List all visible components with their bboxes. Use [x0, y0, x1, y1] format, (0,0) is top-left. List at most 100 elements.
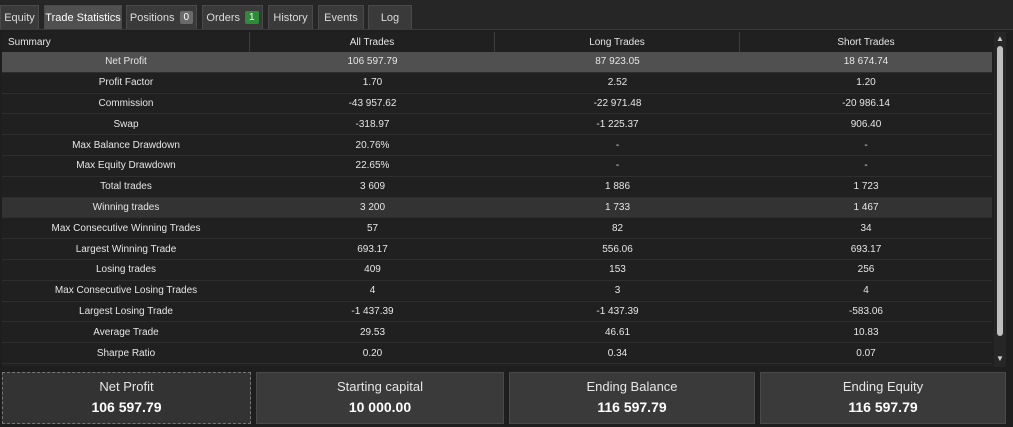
row-metric-value: 0.20 — [362, 347, 383, 359]
table-row[interactable]: Total trades 3 609 1 886 1 723 — [2, 177, 992, 198]
row-metric-label: Sharpe Ratio — [96, 347, 156, 359]
table-row[interactable]: Commission -43 957.62 -22 971.48 -20 986.14 — [2, 94, 992, 115]
row-metric-value: -318.97 — [355, 118, 390, 130]
row-metric-label: Profit Factor — [98, 77, 154, 89]
table-row[interactable]: Winning trades 3 200 1 733 1 467 — [2, 197, 992, 219]
row-metric-value: 0.34 — [607, 347, 628, 359]
row-metric-value: - — [615, 160, 620, 172]
summary-card-value: 106 597.79 — [91, 399, 162, 415]
summary-card-label: Ending Equity — [842, 379, 924, 394]
row-metric-value: 256 — [857, 264, 875, 276]
row-metric-value: 1.20 — [856, 77, 876, 89]
row-metric-label: Total trades — [100, 181, 152, 193]
table-row[interactable]: Average Trade 29.53 46.61 10.83 — [2, 322, 992, 344]
tab-equity[interactable]: Equity — [0, 5, 39, 29]
vertical-scrollbar[interactable]: ▲ ▼ — [994, 32, 1006, 367]
row-metric-value: 29.53 — [359, 326, 386, 338]
summary-card-net-profit[interactable]: Net Profit 106 597.79 — [2, 372, 251, 424]
column-header-summary[interactable]: Summary — [2, 32, 250, 52]
tab-orders[interactable]: Orders 1 — [202, 5, 263, 29]
tab-label: Log — [380, 11, 400, 24]
summary-card-ending-equity[interactable]: Ending Equity 116 597.79 — [760, 372, 1006, 424]
summary-card-value: 10 000.00 — [348, 399, 412, 415]
table-row[interactable]: Sharpe Ratio 0.20 0.34 0.07 — [2, 343, 992, 364]
summary-card-starting-capital[interactable]: Starting capital 10 000.00 — [256, 372, 504, 424]
row-metric-value: 906.40 — [850, 118, 882, 130]
scroll-up-icon[interactable]: ▲ — [996, 34, 1004, 43]
table-row[interactable]: Max Consecutive Losing Trades 4 3 4 — [2, 281, 992, 302]
tab-label: Events — [324, 11, 358, 24]
column-header-short-trades[interactable]: Short Trades — [740, 32, 992, 52]
table-row[interactable]: Max Consecutive Winning Trades 57 82 34 — [2, 218, 992, 240]
row-metric-value: -20 986.14 — [842, 97, 890, 109]
row-metric-value: 20.76% — [355, 139, 390, 151]
row-metric-label: Net Profit — [105, 56, 147, 68]
table-row[interactable]: Losing trades 409 153 256 — [2, 260, 992, 281]
row-metric-value: - — [615, 139, 620, 151]
row-metric-value: 1 723 — [853, 181, 879, 193]
row-metric-value: 3 609 — [359, 181, 386, 193]
row-metric-value: 22.65% — [355, 160, 390, 172]
table-row[interactable]: Swap -318.97 -1 225.37 906.40 — [2, 114, 992, 136]
tab-label: Trade Statistics — [45, 11, 121, 24]
row-metric-value: 87 923.05 — [595, 56, 640, 68]
table-row[interactable]: Max Equity Drawdown 22.65% - - — [2, 156, 992, 177]
table-row[interactable]: Net Profit 106 597.79 87 923.05 18 674.74 — [2, 52, 992, 73]
row-metric-value: -1 437.39 — [596, 305, 639, 317]
row-metric-value: 46.61 — [604, 326, 631, 338]
row-metric-value: -43 957.62 — [348, 97, 397, 109]
row-metric-value: 34 — [860, 222, 872, 234]
row-metric-value: 409 — [364, 264, 381, 276]
row-metric-value: - — [864, 139, 868, 151]
row-metric-value: 3 — [614, 285, 621, 297]
row-metric-label: Commission — [98, 97, 154, 109]
row-metric-label: Largest Losing Trade — [79, 305, 173, 317]
orders-count-badge: 1 — [245, 11, 259, 24]
row-metric-value: -1 437.39 — [351, 305, 394, 317]
row-metric-label: Largest Winning Trade — [75, 243, 177, 255]
row-metric-value: -583.06 — [849, 305, 883, 317]
row-metric-value: 4 — [369, 285, 376, 297]
tab-history[interactable]: History — [268, 5, 313, 29]
row-metric-value: 82 — [611, 222, 624, 234]
trade-statistics-table: Summary All Trades Long Trades Short Tra… — [2, 32, 1006, 367]
row-metric-value: 18 674.74 — [843, 56, 889, 68]
row-metric-value: 693.17 — [850, 243, 882, 255]
row-metric-value: 1 733 — [604, 201, 631, 213]
summary-card-label: Net Profit — [99, 379, 154, 394]
row-metric-value: -22 971.48 — [593, 97, 642, 109]
tab-label: Positions — [129, 11, 175, 24]
scroll-thumb[interactable] — [997, 46, 1003, 336]
positions-count-badge: 0 — [179, 11, 194, 24]
tab-log[interactable]: Log — [368, 5, 412, 29]
row-metric-value: 3 200 — [359, 201, 386, 213]
summary-card-ending-balance[interactable]: Ending Balance 116 597.79 — [509, 372, 755, 424]
tab-positions[interactable]: Positions 0 — [126, 5, 197, 29]
table-row[interactable]: Largest Winning Trade 693.17 556.06 693.17 — [2, 239, 992, 260]
summary-card-label: Starting capital — [337, 379, 423, 394]
tab-events[interactable]: Events — [318, 5, 364, 29]
table-row[interactable]: Profit Factor 1.70 2.52 1.20 — [2, 73, 992, 94]
row-metric-value: 1.70 — [362, 77, 383, 89]
tab-label: Orders — [206, 11, 241, 24]
tab-trade-statistics[interactable]: Trade Statistics — [44, 5, 122, 29]
row-metric-value: 2.52 — [607, 77, 628, 89]
summary-card-value: 116 597.79 — [848, 399, 918, 415]
row-metric-value: 106 597.79 — [347, 56, 398, 68]
row-metric-label: Average Trade — [93, 326, 159, 338]
tab-bar: Equity Trade Statistics Positions 0 Orde… — [0, 0, 1013, 30]
row-metric-label: Losing trades — [95, 264, 157, 276]
summary-card-label: Ending Balance — [586, 379, 678, 394]
table-row[interactable]: Largest Losing Trade -1 437.39 -1 437.39 -5… — [2, 302, 992, 323]
column-header-all-trades[interactable]: All Trades — [250, 32, 495, 52]
table-header: Summary All Trades Long Trades Short Tra… — [2, 32, 992, 52]
summary-panel: Net Profit 106 597.79 Starting capital 1… — [0, 370, 1013, 427]
row-metric-label: Max Consecutive Winning Trades — [51, 222, 201, 234]
row-metric-value: 556.06 — [602, 243, 633, 255]
scroll-down-icon[interactable]: ▼ — [996, 354, 1004, 363]
row-metric-value: 4 — [863, 285, 869, 297]
row-metric-value: 57 — [366, 222, 379, 234]
table-row[interactable]: Max Balance Drawdown 20.76% - - — [2, 135, 992, 156]
column-header-long-trades[interactable]: Long Trades — [495, 32, 740, 52]
row-metric-value: 693.17 — [357, 243, 388, 255]
